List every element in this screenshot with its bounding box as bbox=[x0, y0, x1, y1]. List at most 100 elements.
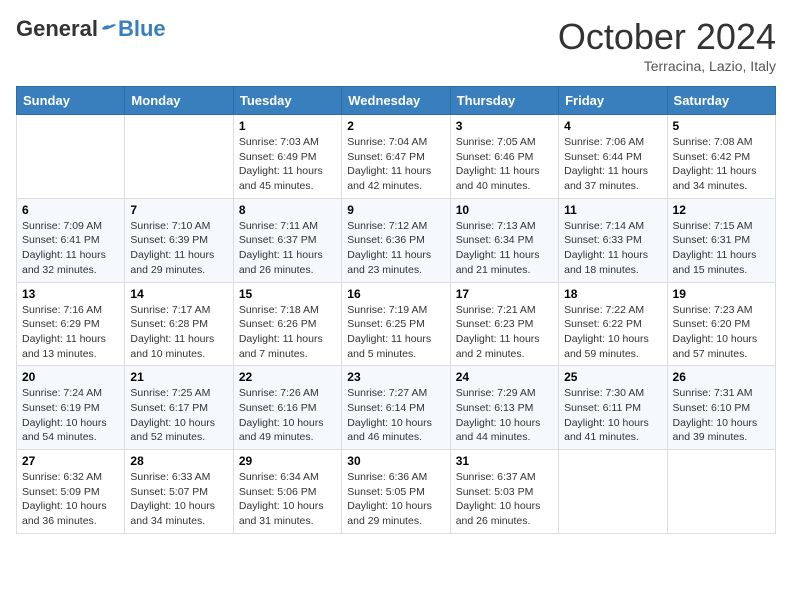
day-info: Sunrise: 7:27 AMSunset: 6:14 PMDaylight:… bbox=[347, 386, 444, 445]
calendar-cell: 20 Sunrise: 7:24 AMSunset: 6:19 PMDayligh… bbox=[17, 366, 125, 450]
day-info: Sunrise: 7:16 AMSunset: 6:29 PMDaylight:… bbox=[22, 303, 119, 362]
day-number: 6 bbox=[22, 203, 119, 217]
day-number: 20 bbox=[22, 370, 119, 384]
day-info: Sunrise: 7:17 AMSunset: 6:28 PMDaylight:… bbox=[130, 303, 227, 362]
calendar-cell: 19 Sunrise: 7:23 AMSunset: 6:20 PMDayligh… bbox=[667, 282, 775, 366]
day-number: 29 bbox=[239, 454, 336, 468]
day-info: Sunrise: 7:29 AMSunset: 6:13 PMDaylight:… bbox=[456, 386, 553, 445]
day-number: 15 bbox=[239, 287, 336, 301]
day-info: Sunrise: 7:05 AMSunset: 6:46 PMDaylight:… bbox=[456, 135, 553, 194]
day-number: 16 bbox=[347, 287, 444, 301]
day-number: 17 bbox=[456, 287, 553, 301]
day-info: Sunrise: 7:06 AMSunset: 6:44 PMDaylight:… bbox=[564, 135, 661, 194]
day-number: 22 bbox=[239, 370, 336, 384]
column-header-monday: Monday bbox=[125, 87, 233, 115]
day-info: Sunrise: 6:36 AMSunset: 5:05 PMDaylight:… bbox=[347, 470, 444, 529]
calendar-cell: 22 Sunrise: 7:26 AMSunset: 6:16 PMDayligh… bbox=[233, 366, 341, 450]
calendar-cell: 27 Sunrise: 6:32 AMSunset: 5:09 PMDayligh… bbox=[17, 450, 125, 534]
day-info: Sunrise: 7:24 AMSunset: 6:19 PMDaylight:… bbox=[22, 386, 119, 445]
calendar-cell: 21 Sunrise: 7:25 AMSunset: 6:17 PMDayligh… bbox=[125, 366, 233, 450]
calendar-cell: 11Sunrise: 7:14 AMSunset: 6:33 PMDayligh… bbox=[559, 198, 667, 282]
calendar-cell: 24Sunrise: 7:29 AMSunset: 6:13 PMDayligh… bbox=[450, 366, 558, 450]
day-info: Sunrise: 7:11 AMSunset: 6:37 PMDaylight:… bbox=[239, 219, 336, 278]
page-header: General Blue October 2024 Terracina, Laz… bbox=[16, 16, 776, 74]
calendar-cell: 26 Sunrise: 7:31 AMSunset: 6:10 PMDayligh… bbox=[667, 366, 775, 450]
day-info: Sunrise: 7:04 AMSunset: 6:47 PMDaylight:… bbox=[347, 135, 444, 194]
day-number: 26 bbox=[673, 370, 770, 384]
calendar-cell: 30 Sunrise: 6:36 AMSunset: 5:05 PMDayligh… bbox=[342, 450, 450, 534]
calendar-cell: 4 Sunrise: 7:06 AMSunset: 6:44 PMDaylight… bbox=[559, 115, 667, 199]
day-number: 4 bbox=[564, 119, 661, 133]
day-number: 18 bbox=[564, 287, 661, 301]
day-number: 7 bbox=[130, 203, 227, 217]
day-info: Sunrise: 7:13 AMSunset: 6:34 PMDaylight:… bbox=[456, 219, 553, 278]
day-number: 14 bbox=[130, 287, 227, 301]
day-info: Sunrise: 6:37 AMSunset: 5:03 PMDaylight:… bbox=[456, 470, 553, 529]
calendar-cell: 29 Sunrise: 6:34 AMSunset: 5:06 PMDayligh… bbox=[233, 450, 341, 534]
day-number: 28 bbox=[130, 454, 227, 468]
day-info: Sunrise: 7:12 AMSunset: 6:36 PMDaylight:… bbox=[347, 219, 444, 278]
day-info: Sunrise: 7:23 AMSunset: 6:20 PMDaylight:… bbox=[673, 303, 770, 362]
calendar-week-row: 13 Sunrise: 7:16 AMSunset: 6:29 PMDayligh… bbox=[17, 282, 776, 366]
calendar-header-row: SundayMondayTuesdayWednesdayThursdayFrid… bbox=[17, 87, 776, 115]
calendar-cell: 23 Sunrise: 7:27 AMSunset: 6:14 PMDayligh… bbox=[342, 366, 450, 450]
day-number: 10 bbox=[456, 203, 553, 217]
calendar-cell: 13 Sunrise: 7:16 AMSunset: 6:29 PMDayligh… bbox=[17, 282, 125, 366]
day-info: Sunrise: 7:03 AMSunset: 6:49 PMDaylight:… bbox=[239, 135, 336, 194]
day-info: Sunrise: 7:21 AMSunset: 6:23 PMDaylight:… bbox=[456, 303, 553, 362]
calendar-cell: 15 Sunrise: 7:18 AMSunset: 6:26 PMDayligh… bbox=[233, 282, 341, 366]
day-number: 2 bbox=[347, 119, 444, 133]
month-title: October 2024 bbox=[558, 16, 776, 58]
day-number: 19 bbox=[673, 287, 770, 301]
calendar-week-row: 6Sunrise: 7:09 AMSunset: 6:41 PMDaylight… bbox=[17, 198, 776, 282]
day-info: Sunrise: 7:18 AMSunset: 6:26 PMDaylight:… bbox=[239, 303, 336, 362]
calendar-cell bbox=[667, 450, 775, 534]
calendar-cell: 3 Sunrise: 7:05 AMSunset: 6:46 PMDaylight… bbox=[450, 115, 558, 199]
day-info: Sunrise: 7:25 AMSunset: 6:17 PMDaylight:… bbox=[130, 386, 227, 445]
calendar-cell: 9Sunrise: 7:12 AMSunset: 6:36 PMDaylight… bbox=[342, 198, 450, 282]
day-info: Sunrise: 7:31 AMSunset: 6:10 PMDaylight:… bbox=[673, 386, 770, 445]
day-number: 31 bbox=[456, 454, 553, 468]
day-number: 1 bbox=[239, 119, 336, 133]
calendar-cell: 14 Sunrise: 7:17 AMSunset: 6:28 PMDayligh… bbox=[125, 282, 233, 366]
calendar-week-row: 20 Sunrise: 7:24 AMSunset: 6:19 PMDayligh… bbox=[17, 366, 776, 450]
calendar-cell: 8Sunrise: 7:11 AMSunset: 6:37 PMDaylight… bbox=[233, 198, 341, 282]
day-info: Sunrise: 7:15 AMSunset: 6:31 PMDaylight:… bbox=[673, 219, 770, 278]
calendar-cell: 12 Sunrise: 7:15 AMSunset: 6:31 PMDayligh… bbox=[667, 198, 775, 282]
calendar-cell bbox=[125, 115, 233, 199]
column-header-thursday: Thursday bbox=[450, 87, 558, 115]
day-number: 21 bbox=[130, 370, 227, 384]
day-number: 27 bbox=[22, 454, 119, 468]
day-number: 30 bbox=[347, 454, 444, 468]
calendar-week-row: 1 Sunrise: 7:03 AMSunset: 6:49 PMDaylight… bbox=[17, 115, 776, 199]
column-header-saturday: Saturday bbox=[667, 87, 775, 115]
calendar-cell: 16 Sunrise: 7:19 AMSunset: 6:25 PMDayligh… bbox=[342, 282, 450, 366]
day-number: 3 bbox=[456, 119, 553, 133]
calendar-cell bbox=[17, 115, 125, 199]
calendar-cell: 17 Sunrise: 7:21 AMSunset: 6:23 PMDayligh… bbox=[450, 282, 558, 366]
calendar-cell: 2 Sunrise: 7:04 AMSunset: 6:47 PMDaylight… bbox=[342, 115, 450, 199]
column-header-tuesday: Tuesday bbox=[233, 87, 341, 115]
calendar-cell: 7 Sunrise: 7:10 AMSunset: 6:39 PMDaylight… bbox=[125, 198, 233, 282]
day-number: 25 bbox=[564, 370, 661, 384]
day-info: Sunrise: 6:32 AMSunset: 5:09 PMDaylight:… bbox=[22, 470, 119, 529]
day-info: Sunrise: 6:33 AMSunset: 5:07 PMDaylight:… bbox=[130, 470, 227, 529]
day-info: Sunrise: 7:19 AMSunset: 6:25 PMDaylight:… bbox=[347, 303, 444, 362]
day-info: Sunrise: 7:30 AMSunset: 6:11 PMDaylight:… bbox=[564, 386, 661, 445]
day-number: 23 bbox=[347, 370, 444, 384]
calendar-week-row: 27 Sunrise: 6:32 AMSunset: 5:09 PMDayligh… bbox=[17, 450, 776, 534]
day-info: Sunrise: 6:34 AMSunset: 5:06 PMDaylight:… bbox=[239, 470, 336, 529]
day-info: Sunrise: 7:26 AMSunset: 6:16 PMDaylight:… bbox=[239, 386, 336, 445]
day-info: Sunrise: 7:08 AMSunset: 6:42 PMDaylight:… bbox=[673, 135, 770, 194]
calendar-cell: 1 Sunrise: 7:03 AMSunset: 6:49 PMDaylight… bbox=[233, 115, 341, 199]
calendar-cell: 31 Sunrise: 6:37 AMSunset: 5:03 PMDayligh… bbox=[450, 450, 558, 534]
day-info: Sunrise: 7:10 AMSunset: 6:39 PMDaylight:… bbox=[130, 219, 227, 278]
day-number: 13 bbox=[22, 287, 119, 301]
calendar-table: SundayMondayTuesdayWednesdayThursdayFrid… bbox=[16, 86, 776, 534]
logo-blue: Blue bbox=[118, 16, 166, 42]
calendar-cell: 18 Sunrise: 7:22 AMSunset: 6:22 PMDayligh… bbox=[559, 282, 667, 366]
calendar-cell: 25 Sunrise: 7:30 AMSunset: 6:11 PMDayligh… bbox=[559, 366, 667, 450]
logo-general: General bbox=[16, 16, 98, 42]
day-info: Sunrise: 7:22 AMSunset: 6:22 PMDaylight:… bbox=[564, 303, 661, 362]
day-number: 12 bbox=[673, 203, 770, 217]
